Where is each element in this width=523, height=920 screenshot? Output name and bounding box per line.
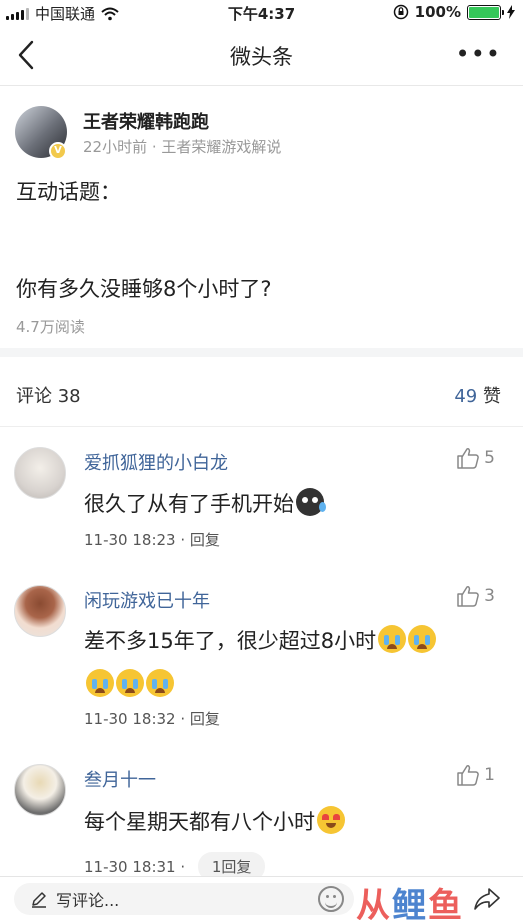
commenter-name[interactable]: 爱抓狐狸的小白龙 xyxy=(84,449,228,475)
more-icon[interactable]: ••• xyxy=(456,42,501,66)
scared-emoji-icon xyxy=(296,488,326,516)
post-text-line1: 互动话题： xyxy=(16,180,121,204)
section-divider xyxy=(0,348,523,357)
comment-time: 11-30 18:32 · 回复 xyxy=(84,708,220,729)
comment-count[interactable]: 评论 38 xyxy=(16,382,81,408)
verified-badge-icon: V xyxy=(49,142,67,160)
smile-icon[interactable] xyxy=(318,886,344,912)
heart-eyes-emoji-icon xyxy=(317,806,345,834)
crying-emoji-icon xyxy=(378,625,407,653)
comment-like-button[interactable]: 1 xyxy=(456,764,495,786)
watermark-logo: 从 鲤 鱼 xyxy=(356,878,462,920)
comment-like-button[interactable]: 3 xyxy=(456,585,495,607)
post-meta: 22小时前 · 王者荣耀游戏解说 xyxy=(83,138,282,156)
comment-like-count: 5 xyxy=(484,448,495,468)
comment-timestamp: 11-30 18:32 · xyxy=(84,710,190,728)
share-icon[interactable] xyxy=(473,887,501,911)
thumbs-up-icon xyxy=(457,765,479,786)
commenter-avatar[interactable] xyxy=(14,585,66,637)
comment-timestamp: 11-30 18:31 · xyxy=(84,858,190,876)
post-card: V 王者荣耀韩跑跑 22小时前 · 王者荣耀游戏解说 互动话题： 你有多久没睡够… xyxy=(0,86,523,348)
like-count-number: 49 xyxy=(454,386,478,407)
commenter-name[interactable]: 叁月十一 xyxy=(84,766,156,792)
comment-item: 闲玩游戏已十年 3 差不多15年了，很少超过8小时 11-30 18:32 · … xyxy=(0,585,523,735)
crying-emoji-icon xyxy=(86,669,114,697)
watermark-left: 从 xyxy=(356,886,390,920)
comment-time: 11-30 18:23 · 回复 xyxy=(84,529,220,550)
page-title: 微头条 xyxy=(230,45,293,69)
comment-input-placeholder: 写评论... xyxy=(56,891,120,910)
crying-emoji-icon xyxy=(146,669,174,697)
post-text-line2: 你有多久没睡够8个小时了? xyxy=(16,277,272,301)
comment-text-body: 每个星期天都有八个小时 xyxy=(84,810,315,834)
comment-text-body: 很久了从有了手机开始 xyxy=(84,492,294,516)
comment-item: 叁月十一 1 每个星期天都有八个小时 11-30 18:31 · 1回复 xyxy=(0,764,523,881)
author-name[interactable]: 王者荣耀韩跑跑 xyxy=(83,108,209,134)
battery-icon xyxy=(467,4,504,20)
comment-item: 爱抓狐狸的小白龙 5 很久了从有了手机开始 11-30 18:23 · 回复 xyxy=(0,447,523,557)
nav-bar: 微头条 ••• xyxy=(0,24,523,86)
reply-button[interactable]: 回复 xyxy=(190,710,220,728)
comment-like-count: 3 xyxy=(484,586,495,606)
crying-emoji-icon xyxy=(408,625,437,653)
rotation-lock-icon xyxy=(393,4,408,20)
comment-like-count: 1 xyxy=(484,765,495,785)
status-bar: 中国联通 下午4:37 100% xyxy=(0,0,523,24)
comment-text-body: 差不多15年了，很少超过8小时 xyxy=(84,629,377,653)
comment-text: 差不多15年了，很少超过8小时 xyxy=(84,619,504,707)
commenter-avatar[interactable] xyxy=(14,764,66,816)
battery-percent: 100% xyxy=(414,3,461,21)
comment-text: 每个星期天都有八个小时 xyxy=(84,800,504,844)
like-count[interactable]: 49 赞 xyxy=(454,382,501,408)
thumbs-up-icon xyxy=(457,586,479,607)
thumbs-up-icon xyxy=(457,448,479,469)
status-right: 100% xyxy=(393,3,515,21)
comment-text: 很久了从有了手机开始 xyxy=(84,482,504,526)
commenter-avatar[interactable] xyxy=(14,447,66,499)
comment-timestamp: 11-30 18:23 · xyxy=(84,531,190,549)
reply-button[interactable]: 回复 xyxy=(190,531,220,549)
comment-like-button[interactable]: 5 xyxy=(456,447,495,469)
crying-emoji-icon xyxy=(116,669,144,697)
read-count: 4.7万阅读 xyxy=(16,318,85,336)
watermark-right: 鱼 xyxy=(428,886,462,920)
like-count-label: 赞 xyxy=(483,386,501,407)
comment-input[interactable]: 写评论... xyxy=(14,883,354,915)
watermark-mid: 鲤 xyxy=(392,886,426,920)
comments-header: 评论 38 49 赞 xyxy=(0,357,523,427)
commenter-name[interactable]: 闲玩游戏已十年 xyxy=(84,587,210,613)
charging-icon xyxy=(507,5,515,19)
pen-icon xyxy=(32,892,46,908)
